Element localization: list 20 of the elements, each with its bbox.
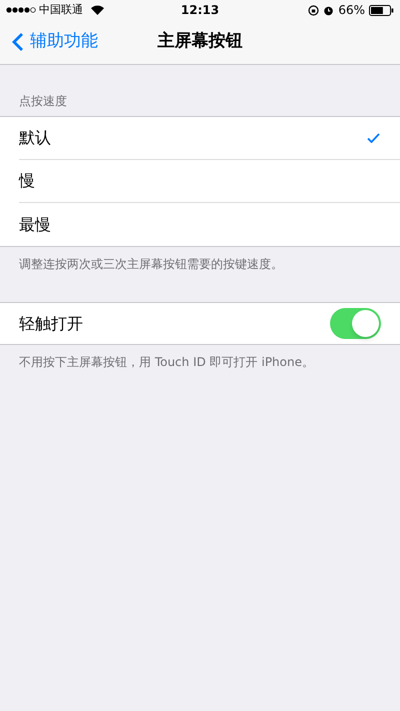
battery-percent: 66% [338,2,365,19]
option-row[interactable]: 默认 [19,117,400,160]
rotation-lock-icon [308,4,320,16]
checkmark-icon [367,133,380,143]
back-button[interactable]: 辅助功能 [0,29,98,55]
status-time: 12:13 [180,2,220,19]
signal-icon [6,7,36,13]
page-title: 主屏幕按钮 [158,30,242,54]
option-row[interactable]: 最慢 [19,203,400,246]
chevron-icon [12,32,24,52]
carrier-name: 中国联通 [39,2,83,18]
battery-icon [369,4,394,16]
section-footer: 调整连按两次或三次主屏幕按钮需要的按键速度。 [0,247,400,273]
wifi-icon [91,5,104,15]
section-footer: 不用按下主屏幕按钮，用 Touch ID 即可打开 iPhone。 [0,345,400,371]
option-row[interactable]: 慢 [19,160,400,203]
section-header: 点按速度 [18,93,68,110]
alarm-icon [323,4,334,16]
toggle-switch[interactable] [330,308,381,339]
setting-label: 轻触打开 [19,312,83,334]
